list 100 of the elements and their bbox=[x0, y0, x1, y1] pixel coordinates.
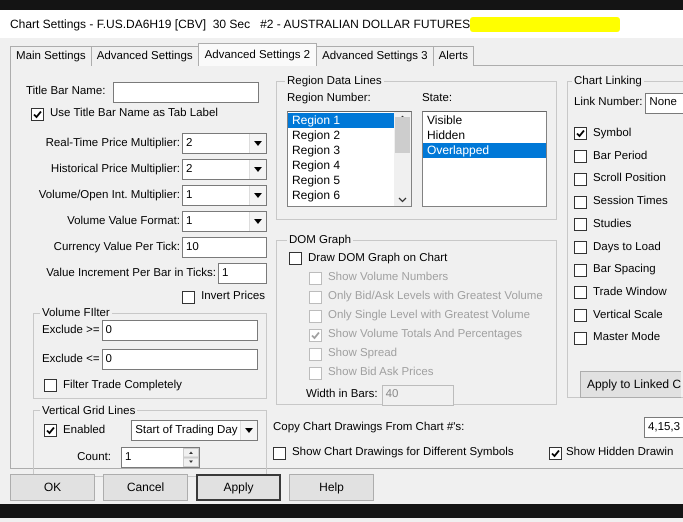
scrollbar-thumb[interactable] bbox=[395, 117, 410, 154]
field-label: Volume/Open Int. Multiplier: bbox=[38, 188, 180, 202]
checkbox-label: Show Volume Totals And Percentages bbox=[328, 328, 522, 342]
checkbox-label: Show Chart Drawings for Different Symbols bbox=[292, 446, 514, 460]
checkbox[interactable] bbox=[574, 240, 587, 254]
group-title: DOM Graph bbox=[288, 234, 352, 247]
checkbox-label: Master Mode bbox=[593, 331, 660, 346]
list-item[interactable]: Region 1 bbox=[288, 113, 394, 128]
checkbox[interactable] bbox=[574, 196, 587, 209]
checkbox[interactable] bbox=[574, 127, 587, 140]
checkbox[interactable] bbox=[574, 218, 587, 232]
field-label: Real-Time Price Multiplier: bbox=[46, 136, 180, 150]
checkbox[interactable] bbox=[31, 108, 44, 120]
checkbox[interactable] bbox=[44, 424, 57, 438]
input-field[interactable]: 4,15,3 bbox=[644, 417, 683, 438]
tab[interactable]: Advanced Settings bbox=[90, 46, 199, 66]
apply-linked-button[interactable]: Apply to Linked C bbox=[580, 370, 682, 398]
checkbox-label: Studies bbox=[593, 218, 632, 232]
field-label: Volume Value Format: bbox=[67, 214, 180, 228]
dropdown-value: Start of Trading Day bbox=[135, 424, 238, 438]
group-title: Chart Linking bbox=[573, 75, 643, 88]
list-item[interactable]: Region 6 bbox=[288, 188, 394, 204]
checkbox[interactable] bbox=[574, 264, 587, 277]
dialog-button[interactable]: Cancel bbox=[103, 474, 188, 501]
input-field[interactable]: 10 bbox=[182, 237, 267, 258]
checkbox-label: Filter Trade Completely bbox=[63, 378, 182, 393]
checkbox-label: Draw DOM Graph on Chart bbox=[308, 252, 448, 266]
checkbox-label: Enabled bbox=[63, 424, 106, 438]
checkbox-label: Trade Window bbox=[593, 286, 667, 300]
field-label: Width in Bars: bbox=[306, 388, 378, 402]
list-item[interactable]: Visible bbox=[423, 113, 546, 128]
field-label: Exclude <= bbox=[42, 352, 100, 367]
dropdown-value: 2 bbox=[186, 162, 192, 176]
field-label: Exclude >= bbox=[42, 324, 100, 338]
group-title: Region Data Lines bbox=[286, 75, 383, 88]
dialog-button[interactable]: Apply bbox=[196, 474, 281, 501]
field-label: Link Number: bbox=[574, 96, 642, 110]
checkbox-label: Scroll Position bbox=[593, 172, 666, 186]
checkbox-label: Only Single Level with Greatest Volume bbox=[328, 309, 530, 324]
list-item[interactable]: Hidden bbox=[423, 128, 546, 144]
list-label: Region Number: bbox=[287, 92, 372, 106]
checkbox-label: Bar Spacing bbox=[593, 263, 656, 277]
tab[interactable]: Advanced Settings 2 bbox=[198, 43, 318, 66]
list-item[interactable]: Region 5 bbox=[288, 173, 394, 188]
checkbox[interactable] bbox=[574, 332, 587, 345]
field-label: Value Increment Per Bar in Ticks: bbox=[46, 266, 216, 280]
dropdown-value: 1 bbox=[186, 214, 192, 228]
checkbox[interactable] bbox=[273, 446, 286, 460]
checkbox[interactable] bbox=[549, 446, 562, 460]
list-item[interactable]: Overlapped bbox=[423, 143, 546, 158]
checkbox[interactable] bbox=[44, 379, 57, 392]
dropdown[interactable]: Start of Trading Day bbox=[131, 420, 258, 442]
checkbox-label: Invert Prices bbox=[201, 290, 265, 304]
checkbox-label: Vertical Scale bbox=[593, 308, 663, 322]
scroll-down-icon[interactable] bbox=[398, 197, 407, 204]
checkbox-label: Show Hidden Drawin bbox=[566, 446, 674, 460]
field-label: Count: bbox=[77, 450, 111, 465]
list-item[interactable]: Region 3 bbox=[288, 143, 394, 158]
checkbox-label: Session Times bbox=[593, 195, 668, 209]
dialog-button[interactable]: Help bbox=[289, 474, 374, 501]
checkbox-label: Bar Period bbox=[593, 150, 648, 164]
checkbox[interactable] bbox=[289, 252, 302, 266]
dropdown[interactable]: 1 bbox=[182, 211, 267, 232]
dropdown-value: 2 bbox=[186, 136, 192, 150]
checkbox-label: Show Volume Numbers bbox=[328, 271, 448, 286]
checkbox-label: Days to Load bbox=[593, 240, 661, 254]
dropdown[interactable]: 1 bbox=[182, 185, 267, 206]
checkbox[interactable] bbox=[182, 290, 196, 304]
tab[interactable]: Alerts bbox=[432, 46, 474, 66]
spinner-value: 1 bbox=[125, 450, 132, 465]
input-field[interactable] bbox=[113, 82, 260, 102]
group-title: Vertical Grid Lines bbox=[41, 404, 136, 418]
field-label: Copy Chart Drawings From Chart #'s: bbox=[273, 420, 464, 434]
dialog-button[interactable]: OK bbox=[10, 474, 95, 501]
list-label: State: bbox=[422, 92, 454, 106]
dropdown[interactable]: 2 bbox=[182, 133, 267, 154]
window-title: Chart Settings - F.US.DA6H19 [CBV] 30 Sec #2 - AUSTRALIAN DOLLAR FUTURES bbox=[10, 16, 470, 32]
scrollbar[interactable] bbox=[394, 112, 411, 206]
list-box[interactable]: Visible Hidden Overlapped bbox=[422, 111, 547, 208]
list-item[interactable]: Region 4 bbox=[288, 158, 394, 174]
list-item[interactable]: Region 2 bbox=[288, 128, 394, 144]
field-label: Currency Value Per Tick: bbox=[54, 240, 180, 254]
checkbox[interactable] bbox=[574, 150, 587, 164]
checkbox[interactable] bbox=[574, 308, 587, 322]
spinner-field[interactable]: 1 bbox=[121, 447, 200, 468]
checkbox[interactable] bbox=[574, 286, 587, 300]
checkbox-label: Show Spread bbox=[328, 347, 398, 362]
tab[interactable]: Main Settings bbox=[10, 46, 92, 66]
checkbox-label: Use Title Bar Name as Tab Label bbox=[50, 107, 218, 121]
dropdown-value: 1 bbox=[186, 188, 192, 202]
spinner-arrows-icon bbox=[183, 448, 199, 468]
tab[interactable]: Advanced Settings 3 bbox=[316, 46, 434, 66]
input-field[interactable]: 1 bbox=[218, 263, 267, 284]
dropdown[interactable]: 2 bbox=[182, 159, 267, 180]
checkbox-label: Only Bid/Ask Levels with Greatest Volume bbox=[328, 290, 543, 304]
checkbox-label: Show Bid Ask Prices bbox=[328, 366, 434, 380]
list-box[interactable]: Region 1 Region 2 Region 3 Region 4 Region 5 Region 6 bbox=[287, 111, 412, 208]
checkbox[interactable] bbox=[574, 172, 587, 186]
group-title: Volume FIlter bbox=[41, 307, 111, 320]
checkbox-label: Symbol bbox=[593, 127, 632, 141]
